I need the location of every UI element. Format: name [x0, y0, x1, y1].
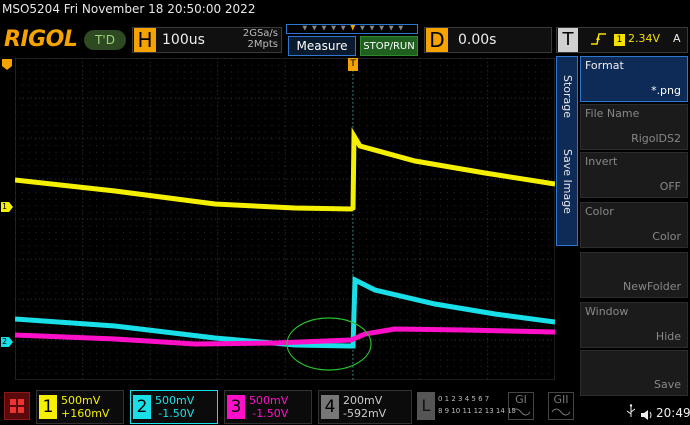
menu-format[interactable]: Format *.png	[580, 56, 688, 102]
logic-button[interactable]: L	[417, 392, 435, 420]
trigger-level-marker	[2, 59, 12, 70]
stop-run-button[interactable]: STOP/RUN	[360, 36, 418, 56]
logic-row-1: 0 1 2 3 4 5 6 7	[438, 395, 490, 403]
sine-wave-icon	[551, 408, 571, 416]
menu-window-label: Window	[585, 305, 629, 318]
menu-file-name-label: File Name	[585, 107, 640, 120]
ch4-number: 4	[321, 395, 339, 419]
ch1-marker-label: 1	[2, 202, 8, 211]
delay-value: 0.00s	[458, 32, 497, 48]
main-menu-button[interactable]	[4, 392, 30, 420]
ch3-settings: 500mV -1.50V	[249, 394, 288, 420]
trigger-status-badge: T'D	[84, 30, 126, 50]
ch3-offset: -1.50V	[252, 407, 289, 420]
menu-invert-label: Invert	[585, 155, 618, 168]
ch2-settings: 500mV -1.50V	[155, 394, 194, 420]
triangle-icon	[369, 25, 375, 31]
clock: 20:49	[656, 406, 690, 420]
sample-rate-info: 2GSa/s 2Mpts	[228, 28, 278, 50]
ch1-offset: +160mV	[61, 407, 110, 420]
menu-format-label: Format	[585, 59, 624, 72]
menu-color-value: Color	[652, 230, 681, 243]
logic-row-2: 8 9 10 11 12 13 14 15	[438, 407, 516, 415]
bottom-bar: 1 500mV +160mV 2 500mV -1.50V 3 500mV -1…	[0, 388, 690, 425]
trigger-label: T	[558, 28, 578, 52]
measure-button[interactable]: Measure	[288, 36, 356, 56]
ch4-scale: 200mV	[343, 394, 383, 407]
ch2-marker-label: 2	[2, 337, 8, 346]
ch3-scale: 500mV	[249, 394, 289, 407]
menu-new-folder[interactable]: NewFolder	[580, 252, 688, 298]
side-tab-column: Storage Save Image	[556, 56, 578, 246]
top-bar: RIGOL T'D H 100us 2GSa/s 2Mpts Measure S…	[0, 22, 690, 56]
ch3-panel[interactable]: 3 500mV -1.50V	[224, 390, 312, 424]
ch3-number: 3	[227, 395, 245, 419]
generator-2-label: GII	[553, 393, 569, 406]
timebase-value: 100us	[162, 32, 205, 48]
menu-window[interactable]: Window Hide	[580, 302, 688, 348]
waveform-position-bar	[286, 24, 418, 34]
triangle-icon	[379, 25, 384, 31]
menu-color[interactable]: Color Color	[580, 202, 688, 248]
menu-invert[interactable]: Invert OFF	[580, 152, 688, 198]
tab-storage[interactable]: Storage	[561, 75, 574, 118]
menu-color-label: Color	[585, 205, 614, 218]
triangle-icon	[360, 25, 365, 31]
ch2-panel[interactable]: 2 500mV -1.50V	[130, 390, 218, 424]
trigger-mode: A	[673, 32, 681, 45]
triangle-icon	[331, 25, 336, 31]
menu-file-name[interactable]: File Name RigolDS2	[580, 104, 688, 150]
triangle-icon	[388, 25, 394, 31]
ch4-panel[interactable]: 4 200mV -592mV	[318, 390, 412, 424]
menu-window-value: Hide	[655, 330, 681, 343]
logic-channels: 0 1 2 3 4 5 6 7 8 9 10 11 12 13 14 15	[438, 393, 516, 417]
triangle-icon	[302, 25, 308, 31]
usb-icon	[625, 404, 637, 421]
menu-invert-value: OFF	[659, 180, 681, 193]
waveform-display[interactable]	[15, 58, 555, 380]
generator-1-button[interactable]: GI	[508, 392, 534, 420]
ch2-offset: -1.50V	[158, 407, 195, 420]
triangle-icon	[340, 25, 346, 31]
speaker-icon[interactable]	[640, 406, 654, 425]
tab-save-image[interactable]: Save Image	[561, 149, 574, 214]
trigger-position-icon	[350, 25, 356, 31]
generator-1-label: GI	[515, 393, 527, 406]
ch2-scale: 500mV	[155, 394, 195, 407]
ch4-settings: 200mV -592mV	[343, 394, 386, 420]
triangle-icon	[321, 25, 327, 31]
trigger-level: 2.34V	[628, 32, 661, 45]
trigger-source: 1	[614, 34, 625, 46]
ch1-panel[interactable]: 1 500mV +160mV	[36, 390, 124, 424]
trigger-position-marker: T	[348, 58, 358, 71]
menu-format-value: *.png	[651, 84, 681, 97]
rigol-logo: RIGOL	[4, 27, 78, 52]
triangle-icon	[312, 25, 317, 31]
ch4-offset: -592mV	[343, 407, 387, 420]
delay-label: D	[426, 28, 448, 52]
ch1-settings: 500mV +160mV	[61, 394, 109, 420]
grid-menu-icon	[10, 399, 24, 413]
sine-wave-icon	[511, 408, 531, 416]
ch2-number: 2	[133, 395, 151, 419]
generator-2-button[interactable]: GII	[548, 392, 574, 420]
triangle-icon	[398, 25, 404, 31]
sample-rate: 2GSa/s	[242, 28, 278, 39]
model-datetime: MSO5204 Fri November 18 20:50:00 2022	[2, 2, 256, 16]
menu-file-name-value: RigolDS2	[631, 132, 681, 145]
horizontal-label: H	[134, 28, 156, 52]
menu-new-folder-value: NewFolder	[623, 280, 681, 293]
rising-edge-icon	[590, 32, 608, 50]
ch1-scale: 500mV	[61, 394, 101, 407]
memory-depth: 2Mpts	[247, 39, 278, 50]
ch1-number: 1	[39, 395, 57, 419]
